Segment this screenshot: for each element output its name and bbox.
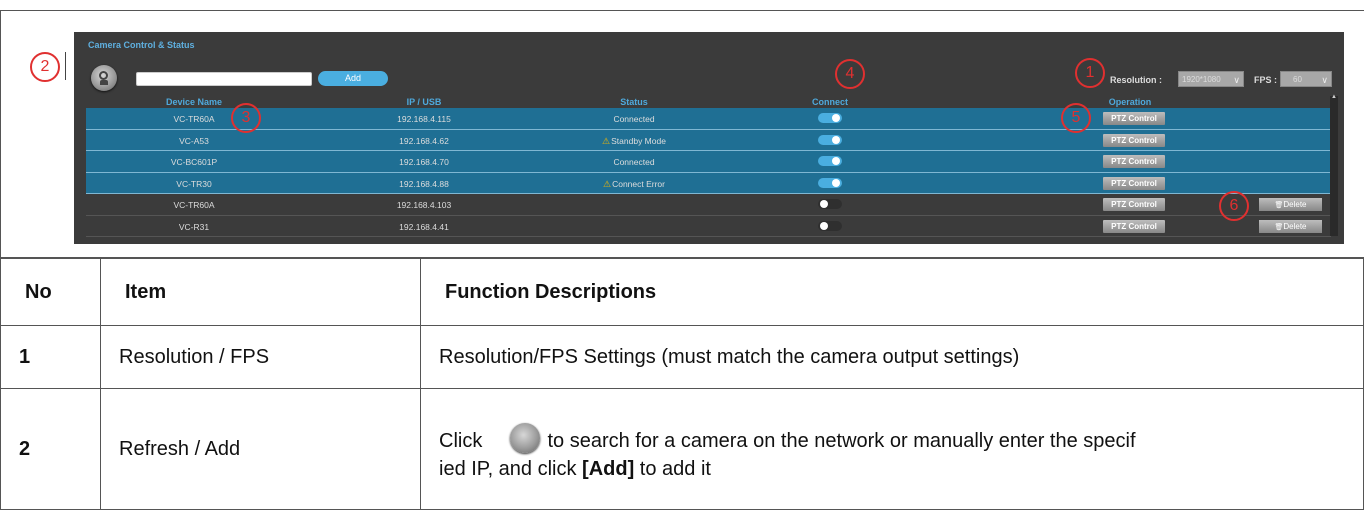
- fps-select[interactable]: 60 ∨: [1280, 71, 1332, 87]
- device-ip: 192.168.4.115: [397, 114, 451, 124]
- row-desc: Click to search for a camera on the netw…: [420, 388, 1364, 510]
- ip-input[interactable]: [136, 72, 312, 86]
- device-ip: 192.168.4.88: [399, 178, 449, 189]
- connect-toggle[interactable]: [818, 199, 842, 209]
- refresh-icon: [509, 422, 540, 453]
- connect-toggle[interactable]: [818, 220, 842, 231]
- device-row[interactable]: VC-A53 192.168.4.62 ⚠Standby Mode PTZ Contr…: [86, 129, 1331, 151]
- callout-3: 3: [231, 103, 261, 133]
- chevron-down-icon: ∨: [1233, 75, 1240, 85]
- panel-title: Camera Control & Status: [88, 40, 195, 50]
- desc-text: to search for a camera on the network or…: [541, 429, 1136, 452]
- device-row[interactable]: VC-TR30 192.168.4.88 ⚠Connect Error PTZ Con…: [86, 172, 1331, 194]
- device-status: Connected: [574, 157, 694, 167]
- device-row[interactable]: VC-TR60A 192.168.4.103 PTZ Control 🗑Delete: [86, 194, 1331, 216]
- add-button[interactable]: Add: [318, 71, 388, 86]
- callout-2: 2: [30, 52, 60, 82]
- column-operation: Operation: [1108, 97, 1152, 107]
- device-name: VC-R31: [178, 221, 210, 232]
- resolution-value: 1920*1080: [1182, 75, 1221, 84]
- column-connect: Connect: [812, 97, 848, 107]
- callout-4: 4: [835, 59, 865, 89]
- delete-label: Delete: [1283, 200, 1307, 209]
- device-status: Connected: [574, 114, 694, 124]
- header-item: Item: [100, 258, 421, 326]
- column-ip: IP / USB: [406, 97, 442, 107]
- table-row: 1 Resolution / FPS Resolution/FPS Settin…: [0, 325, 1364, 389]
- delete-button[interactable]: 🗑Delete: [1259, 198, 1322, 211]
- device-name: VC-TR60A: [173, 200, 215, 210]
- device-row[interactable]: VC-R31 192.168.4.41 PTZ Control 🗑Delete: [86, 216, 1331, 237]
- device-ip: 192.168.4.41: [399, 221, 449, 232]
- function-table: No Item Function Descriptions 1 Resoluti…: [0, 258, 1364, 510]
- desc-bold: [Add]: [582, 457, 635, 480]
- status-text: Connected: [613, 114, 655, 124]
- ptz-control-button[interactable]: PTZ Control: [1103, 176, 1165, 190]
- column-status: Status: [620, 97, 648, 107]
- device-status: ⚠Standby Mode: [574, 136, 694, 147]
- warning-icon: ⚠: [602, 135, 611, 146]
- connect-toggle[interactable]: [818, 156, 842, 166]
- camera-control-panel: Camera Control & Status Add Resolution :…: [74, 32, 1344, 244]
- row-item: Refresh / Add: [100, 388, 421, 510]
- callout-6: 6: [1219, 191, 1249, 221]
- row-no: 1: [0, 325, 101, 389]
- desc-text: Click: [439, 429, 483, 452]
- fps-value: 60: [1293, 75, 1302, 84]
- callout-1: 1: [1075, 58, 1105, 88]
- connect-toggle[interactable]: [818, 177, 842, 188]
- ptz-control-button[interactable]: PTZ Control: [1103, 112, 1165, 125]
- table-row: 2 Refresh / Add Click to search for a ca…: [0, 388, 1364, 510]
- connect-toggle[interactable]: [818, 134, 842, 145]
- text-caret: [65, 52, 66, 80]
- desc-text: ied IP, and click: [439, 457, 583, 480]
- status-text: Connect Error: [612, 178, 665, 189]
- search-camera-icon[interactable]: [91, 65, 117, 91]
- device-ip: 192.168.4.103: [396, 200, 452, 210]
- fps-label: FPS :: [1254, 75, 1278, 85]
- device-row[interactable]: VC-BC601P 192.168.4.70 Connected PTZ Contro…: [86, 151, 1331, 173]
- ptz-control-button[interactable]: PTZ Control: [1103, 155, 1165, 168]
- chevron-down-icon: ∨: [1321, 75, 1328, 85]
- device-list: VC-TR60A 192.168.4.115 Connected PTZ Contro…: [86, 108, 1331, 237]
- device-name: VC-BC601P: [170, 157, 218, 167]
- device-row[interactable]: VC-TR60A 192.168.4.115 Connected PTZ Contro…: [86, 108, 1331, 130]
- ptz-control-button[interactable]: PTZ Control: [1103, 133, 1165, 147]
- resolution-select[interactable]: 1920*1080 ∨: [1178, 71, 1244, 87]
- resolution-label: Resolution :: [1110, 75, 1162, 85]
- device-status: ⚠Connect Error: [574, 179, 694, 190]
- callout-5: 5: [1061, 103, 1091, 133]
- header-function: Function Descriptions: [420, 258, 1364, 326]
- ptz-control-button[interactable]: PTZ Control: [1103, 219, 1165, 233]
- desc-text: to add it: [634, 457, 711, 480]
- connect-toggle[interactable]: [818, 113, 842, 123]
- status-text: Standby Mode: [611, 135, 666, 146]
- delete-label: Delete: [1283, 221, 1307, 231]
- device-ip: 192.168.4.70: [399, 157, 449, 167]
- delete-button[interactable]: 🗑Delete: [1259, 219, 1322, 233]
- warning-icon: ⚠: [603, 178, 612, 189]
- scrollbar[interactable]: [1330, 94, 1338, 236]
- device-name: VC-TR30: [176, 178, 212, 189]
- status-text: Connected: [613, 157, 655, 167]
- row-no: 2: [0, 388, 101, 510]
- ptz-control-button[interactable]: PTZ Control: [1103, 198, 1165, 211]
- device-ip: 192.168.4.62: [399, 135, 449, 146]
- row-desc: Resolution/FPS Settings (must match the …: [420, 325, 1364, 389]
- device-name: VC-A53: [179, 135, 209, 146]
- table-header-row: No Item Function Descriptions: [0, 258, 1364, 326]
- row-item: Resolution / FPS: [100, 325, 421, 389]
- header-no: No: [0, 258, 101, 326]
